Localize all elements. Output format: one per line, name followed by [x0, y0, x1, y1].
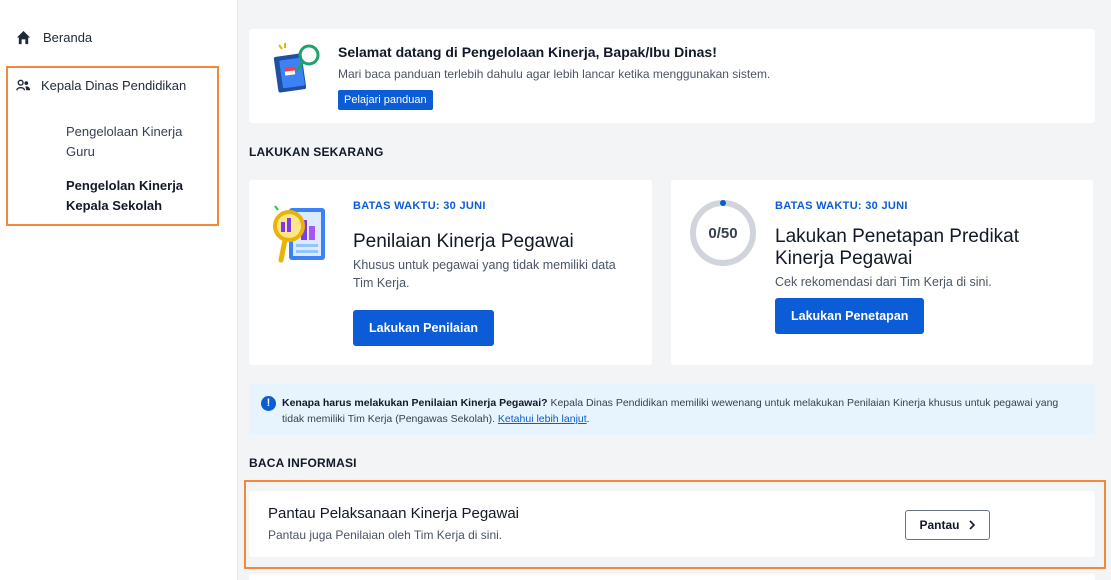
monitor-title: Pantau Pelaksanaan Kinerja Pegawai — [268, 505, 520, 522]
task-description: Khusus untuk pegawai yang tidak memiliki… — [353, 258, 616, 290]
monitor-button[interactable]: Pantau — [905, 510, 990, 540]
sidebar-item-beranda[interactable]: Beranda — [16, 30, 92, 45]
info-end: . — [586, 413, 590, 425]
sidebar-item-label: Beranda — [43, 30, 93, 45]
sidebar: Beranda Kepala Dinas Pendidikan Pengelol… — [0, 0, 238, 580]
learn-guide-button[interactable]: Pelajari panduan — [338, 90, 433, 110]
welcome-title: Selamat datang di Pengelolaan Kinerja, B… — [338, 44, 717, 60]
alert-info-icon: ! — [261, 396, 276, 411]
welcome-text: Mari baca panduan terlebih dahulu agar l… — [338, 67, 771, 81]
info-banner: ! Kenapa harus melakukan Penilaian Kiner… — [249, 384, 1095, 435]
info-question: Kenapa harus melakukan Penilaian Kinerja… — [282, 397, 548, 409]
progress-text: 0/50 — [708, 225, 738, 242]
task-description: Cek rekomendasi dari Tim Kerja di sini. — [775, 275, 992, 289]
sidebar-item-kinerja-guru[interactable]: Pengelolaan Kinerja Guru — [66, 122, 206, 162]
learn-more-link[interactable]: Ketahui lebih lanjut — [498, 413, 587, 425]
do-assessment-button[interactable]: Lakukan Penilaian — [353, 310, 495, 346]
home-icon — [16, 30, 31, 45]
sidebar-role-header[interactable]: Kepala Dinas Pendidikan — [16, 78, 186, 93]
info-text: Kenapa harus melakukan Penilaian Kinerja… — [282, 395, 1062, 427]
guidebook-illustration-icon — [273, 43, 320, 93]
monitor-button-label: Pantau — [919, 518, 960, 532]
task-card-penilaian: BATAS WAKTU: 30 JUNI Penilaian Kinerja P… — [249, 180, 652, 365]
users-icon — [16, 79, 31, 91]
chevron-right-icon — [968, 520, 975, 530]
next-card-edge — [249, 574, 1095, 580]
do-determination-button[interactable]: Lakukan Penetapan — [775, 298, 925, 334]
deadline-label: BATAS WAKTU: 30 JUNI — [353, 200, 486, 212]
task-card-penetapan: 0/50 BATAS WAKTU: 30 JUNI Lakukan Peneta… — [671, 180, 1093, 365]
report-magnifier-icon — [273, 205, 325, 263]
monitor-description: Pantau juga Penilaian oleh Tim Kerja di … — [268, 528, 503, 542]
welcome-card: Selamat datang di Pengelolaan Kinerja, B… — [249, 29, 1095, 123]
sidebar-role-label: Kepala Dinas Pendidikan — [41, 78, 187, 93]
task-title: Penilaian Kinerja Pegawai — [353, 231, 574, 252]
section-title-read-info: BACA INFORMASI — [249, 456, 357, 470]
task-title: Lakukan Penetapan Predikat Kinerja Pegaw… — [775, 226, 1020, 269]
monitor-card: Pantau Pelaksanaan Kinerja Pegawai Panta… — [249, 491, 1095, 557]
sidebar-item-kinerja-kepala-sekolah[interactable]: Pengelolan Kinerja Kepala Sekolah — [66, 176, 206, 216]
deadline-label: BATAS WAKTU: 30 JUNI — [775, 200, 908, 212]
section-title-do-now: LAKUKAN SEKARANG — [249, 145, 384, 159]
